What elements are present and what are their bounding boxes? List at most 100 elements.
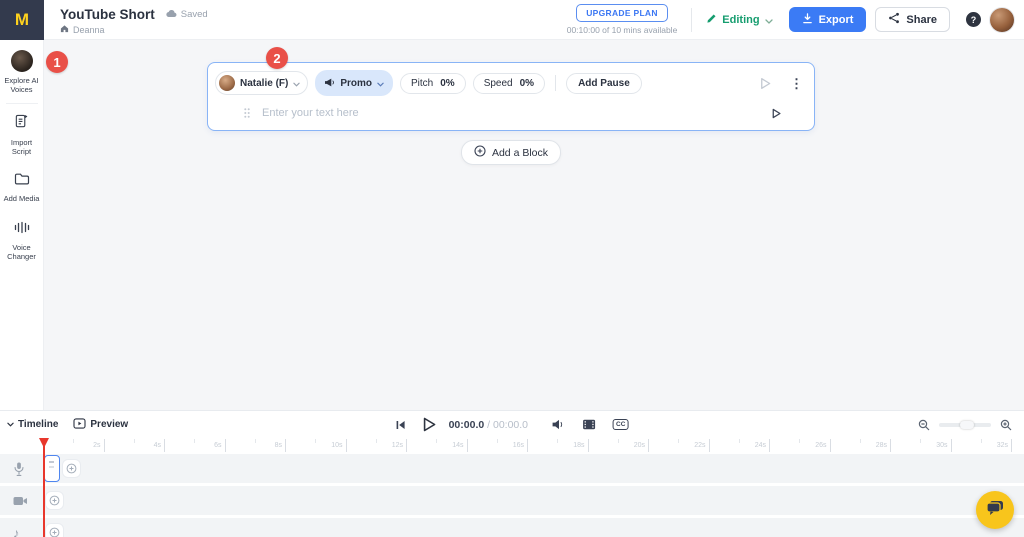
- speed-control[interactable]: Speed 0%: [473, 73, 545, 94]
- saved-status: Saved: [165, 9, 208, 21]
- preview-icon: [73, 418, 86, 432]
- skip-to-start-button[interactable]: [396, 420, 406, 430]
- sidebar-item-voice-changer[interactable]: Voice Changer: [0, 221, 43, 261]
- sidebar-item-import-script[interactable]: Import Script: [0, 113, 43, 156]
- add-block-label: Add a Block: [492, 147, 548, 159]
- pitch-control[interactable]: Pitch 0%: [400, 73, 466, 94]
- logo-glyph: M: [15, 10, 29, 30]
- speed-value: 0%: [520, 78, 534, 89]
- sidebar-item-label: Voice: [7, 243, 36, 252]
- export-label: Export: [819, 14, 854, 26]
- drag-handle-icon[interactable]: [244, 108, 250, 118]
- user-avatar[interactable]: [990, 8, 1014, 32]
- minutes-quota: 00:10:00 of 10 mins available: [567, 25, 678, 35]
- kebab-menu-icon[interactable]: ⋮: [778, 77, 805, 90]
- add-pause-button[interactable]: Add Pause: [566, 73, 642, 94]
- pencil-icon: [706, 11, 717, 29]
- music-note-icon: ♪: [13, 526, 20, 537]
- sidebar-item-label: Script: [11, 147, 32, 156]
- breadcrumb[interactable]: Deanna: [60, 24, 208, 35]
- zoom-slider[interactable]: [939, 423, 991, 427]
- voice-clip[interactable]: [44, 455, 60, 482]
- video-camera-icon: [13, 496, 28, 506]
- top-bar: M YouTube Short Saved Deanna UPGRADE PLA…: [0, 0, 1024, 40]
- chevron-down-icon: [293, 74, 300, 92]
- zoom-in-icon[interactable]: [1000, 419, 1012, 431]
- share-button[interactable]: Share: [875, 7, 950, 32]
- divider: [6, 103, 38, 104]
- export-button[interactable]: Export: [789, 7, 867, 32]
- timeline-tracks: ♪: [0, 454, 1024, 537]
- download-icon: [802, 13, 813, 27]
- timeline-tab-label: Timeline: [18, 419, 58, 430]
- line-play-button[interactable]: [771, 108, 781, 119]
- pitch-label: Pitch: [411, 78, 433, 89]
- project-title[interactable]: YouTube Short: [60, 7, 155, 22]
- script-text-input[interactable]: Enter your text here: [262, 107, 771, 119]
- sidebar-item-label: Add Media: [4, 194, 40, 203]
- mode-dropdown[interactable]: Editing: [706, 11, 772, 29]
- chevron-down-icon: [377, 74, 384, 92]
- voice-changer-icon: [14, 221, 30, 239]
- tab-timeline[interactable]: Timeline: [7, 419, 58, 430]
- voice-selector[interactable]: Natalie (F): [215, 71, 308, 95]
- playhead-handle[interactable]: [39, 438, 49, 448]
- zoom-slider-thumb[interactable]: [960, 421, 974, 429]
- app-logo[interactable]: M: [0, 0, 44, 40]
- voice-style-selector[interactable]: Promo: [315, 70, 393, 96]
- home-icon: [60, 24, 69, 35]
- block-play-button[interactable]: [759, 77, 771, 90]
- plus-circle-icon: [474, 145, 486, 160]
- share-label: Share: [906, 14, 937, 26]
- voice-avatar-icon: [11, 50, 33, 72]
- sidebar-item-label: Changer: [7, 252, 36, 261]
- help-button[interactable]: ?: [966, 12, 981, 27]
- time-separator: /: [487, 419, 490, 431]
- add-music-clip-button[interactable]: [46, 524, 63, 537]
- add-voice-clip-button[interactable]: [63, 460, 80, 477]
- timeline-toolbar: Timeline Preview 00:00.0 / 00:00.0 CC: [0, 411, 1024, 438]
- chevron-down-icon: [765, 11, 773, 29]
- transport-controls: 00:00.0 / 00:00.0 CC: [396, 411, 629, 438]
- chat-support-button[interactable]: [976, 491, 1014, 529]
- cloud-icon: [165, 9, 177, 21]
- chevron-down-icon: [7, 419, 14, 430]
- megaphone-icon: [324, 74, 335, 92]
- captions-button[interactable]: CC: [613, 419, 628, 430]
- playhead[interactable]: [43, 438, 45, 537]
- tab-preview[interactable]: Preview: [73, 418, 128, 432]
- time-current: 00:00.0: [449, 419, 485, 431]
- pitch-value: 0%: [440, 78, 454, 89]
- sidebar-item-label: Import: [11, 138, 32, 147]
- timeline-panel: Timeline Preview 00:00.0 / 00:00.0 CC 2s…: [0, 410, 1024, 537]
- sidebar-item-explore-voices[interactable]: Explore AI Voices: [0, 50, 43, 94]
- add-media-clip-button[interactable]: [46, 492, 63, 509]
- time-display: 00:00.0 / 00:00.0: [449, 419, 528, 431]
- share-icon: [888, 12, 900, 27]
- chat-bubble-icon: [985, 499, 1005, 522]
- editor-canvas: Natalie (F) Promo Pitch 0% Speed 0% Add …: [44, 40, 1024, 410]
- time-total: 00:00.0: [493, 419, 528, 431]
- project-title-area: YouTube Short Saved Deanna: [60, 4, 208, 35]
- divider: [555, 75, 556, 91]
- sidebar-item-label: Voices: [4, 85, 38, 94]
- play-button[interactable]: [423, 417, 436, 432]
- timeline-ruler[interactable]: 2s4s6s8s10s12s14s16s18s20s22s24s26s28s30…: [0, 438, 1024, 454]
- sidebar-item-add-media[interactable]: Add Media: [0, 172, 43, 203]
- mode-label: Editing: [722, 14, 759, 26]
- upgrade-plan-button[interactable]: UPGRADE PLAN: [576, 4, 668, 22]
- add-block-button[interactable]: Add a Block: [461, 140, 561, 165]
- volume-button[interactable]: [552, 419, 565, 430]
- media-track: [0, 486, 1024, 515]
- breadcrumb-label: Deanna: [73, 25, 105, 35]
- voice-avatar: [219, 75, 235, 91]
- left-sidebar: Explore AI Voices Import Script Add Medi…: [0, 40, 44, 410]
- film-button[interactable]: [583, 419, 596, 430]
- saved-label: Saved: [181, 9, 208, 20]
- microphone-icon: [13, 461, 25, 476]
- add-media-icon: [14, 172, 30, 190]
- preview-tab-label: Preview: [90, 419, 128, 430]
- voice-block: Natalie (F) Promo Pitch 0% Speed 0% Add …: [207, 62, 815, 131]
- step-badge-2: 2: [266, 47, 288, 69]
- zoom-out-icon[interactable]: [918, 419, 930, 431]
